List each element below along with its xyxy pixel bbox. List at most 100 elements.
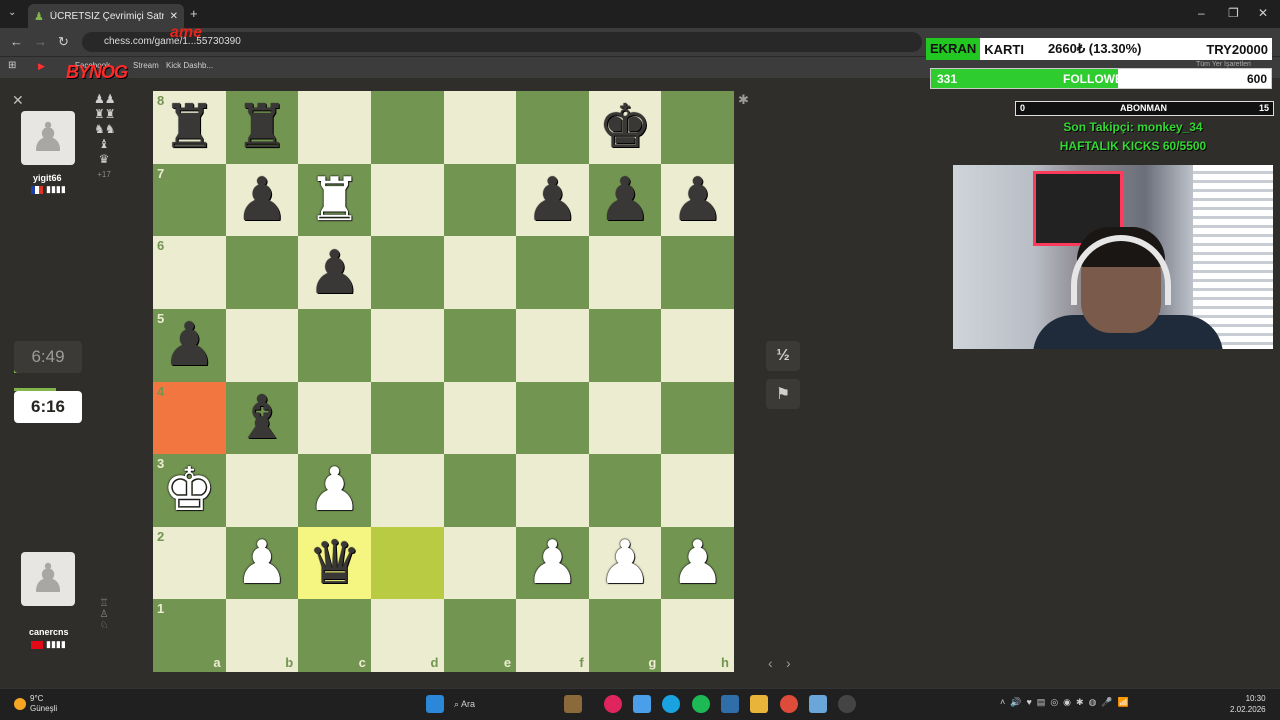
square-d5[interactable]: [370, 308, 444, 382]
square-e8[interactable]: [443, 91, 517, 164]
avatar-bottom[interactable]: ♟: [21, 552, 75, 606]
close-window-icon[interactable]: ✕: [1258, 6, 1268, 20]
square-a2[interactable]: 2: [153, 526, 226, 600]
square-c2[interactable]: ♛: [298, 526, 371, 600]
square-g8[interactable]: ♚: [588, 91, 662, 164]
square-e4[interactable]: [443, 381, 517, 455]
square-g7[interactable]: ♟: [588, 163, 662, 237]
chrome-icon[interactable]: [780, 695, 798, 713]
taskbar-search[interactable]: ⌕ Ara: [448, 694, 558, 714]
square-c3[interactable]: ♟: [298, 454, 371, 527]
square-a3[interactable]: 3 ♚: [153, 454, 226, 527]
black-rook-icon[interactable]: ♜: [162, 97, 216, 157]
square-f6[interactable]: [516, 236, 589, 309]
square-a8[interactable]: 8 ♜: [153, 91, 226, 164]
close-panel-icon[interactable]: ✕: [12, 92, 24, 109]
bookmark-stream[interactable]: Stream: [133, 61, 159, 70]
apps-icon[interactable]: ⊞: [8, 60, 16, 71]
settings-app-icon[interactable]: [809, 695, 827, 713]
square-e6[interactable]: [443, 236, 517, 309]
square-f5[interactable]: [516, 308, 589, 382]
square-a7[interactable]: 7: [153, 163, 226, 237]
taskbar-clock[interactable]: 10:30 2.02.2026: [1230, 693, 1266, 715]
square-g4[interactable]: [588, 381, 662, 455]
chess-board[interactable]: 8 ♜ ♜ ♚ 7 ♟ ♜ ♟ ♟ ♟ 6 ♟ 5 ♟ 4 ♝ 3 ♚ ♟ 2 ♟ ♛ ♟ ♟ ♟ 1 a b c d e f g h: [153, 91, 734, 672]
square-a6[interactable]: 6: [153, 236, 226, 309]
square-b6[interactable]: [225, 236, 299, 309]
all-bookmarks[interactable]: Tüm Yer İşaretleri: [1196, 61, 1251, 68]
square-h2[interactable]: ♟: [661, 526, 734, 600]
square-g2[interactable]: ♟: [588, 526, 662, 600]
square-c5[interactable]: [298, 308, 371, 382]
minimize-icon[interactable]: –: [1198, 6, 1205, 20]
bookmark-kick-dashboard[interactable]: Kick Dashb...: [166, 61, 213, 70]
new-tab-icon[interactable]: +: [190, 6, 198, 21]
address-bar[interactable]: chess.com/game/1...55730390: [82, 32, 922, 52]
square-f8[interactable]: [516, 91, 589, 164]
square-b1[interactable]: b: [225, 599, 299, 672]
square-f1[interactable]: f: [516, 599, 589, 672]
square-h8[interactable]: [661, 91, 734, 164]
square-g6[interactable]: [588, 236, 662, 309]
black-pawn-icon[interactable]: ♟: [671, 169, 725, 230]
square-g1[interactable]: g: [588, 599, 662, 672]
copilot-icon[interactable]: [633, 695, 651, 713]
square-b5[interactable]: [225, 308, 299, 382]
reload-icon[interactable]: ↻: [58, 34, 69, 50]
obs-icon[interactable]: [838, 695, 856, 713]
square-f3[interactable]: [516, 454, 589, 527]
system-tray[interactable]: ˄ 🔊 ♥ ▤ ◎ ◉ ✱ ◍ 🎤 📶: [1000, 697, 1129, 708]
square-d8[interactable]: [370, 91, 444, 164]
windows-start-icon[interactable]: [426, 695, 444, 713]
next-move-icon[interactable]: ›: [786, 655, 791, 671]
black-pawn-icon[interactable]: ♟: [235, 169, 289, 230]
square-e1[interactable]: e: [443, 599, 517, 672]
black-pawn-icon[interactable]: ♟: [526, 169, 580, 230]
square-b2[interactable]: ♟: [225, 526, 299, 600]
weather-widget[interactable]: 9°C Güneşli: [14, 694, 57, 714]
tab-close-icon[interactable]: ✕: [170, 11, 178, 22]
avatar-top[interactable]: ♟: [21, 111, 75, 165]
square-d2[interactable]: [370, 526, 444, 600]
black-pawn-icon[interactable]: ♟: [162, 315, 216, 375]
widget-icon[interactable]: [564, 695, 582, 713]
square-e5[interactable]: [443, 308, 517, 382]
square-h7[interactable]: ♟: [661, 163, 734, 237]
square-c4[interactable]: [298, 381, 371, 455]
square-a5[interactable]: 5 ♟: [153, 308, 226, 382]
square-f4[interactable]: [516, 381, 589, 455]
white-pawn-icon[interactable]: ♟: [671, 533, 725, 593]
square-h6[interactable]: [661, 236, 734, 309]
white-pawn-icon[interactable]: ♟: [526, 533, 580, 593]
browser-tab[interactable]: ♟ ÜCRETSİZ Çevrimiçi Satranç ✕: [28, 4, 184, 28]
offer-draw-button[interactable]: ½: [766, 341, 800, 371]
tab-list-icon[interactable]: ⌄: [8, 7, 16, 18]
spotify-icon[interactable]: [692, 695, 710, 713]
square-b7[interactable]: ♟: [225, 163, 299, 237]
square-d7[interactable]: [370, 163, 444, 237]
player-bottom-name[interactable]: canercns: [29, 627, 69, 637]
maximize-icon[interactable]: ❐: [1228, 6, 1239, 20]
square-d6[interactable]: [370, 236, 444, 309]
youtube-icon[interactable]: ▶: [38, 61, 45, 72]
square-g3[interactable]: [588, 454, 662, 527]
white-pawn-icon[interactable]: ♟: [308, 460, 362, 520]
square-a4[interactable]: 4: [153, 381, 226, 455]
square-d1[interactable]: d: [370, 599, 444, 672]
square-e7[interactable]: [443, 163, 517, 237]
forward-icon[interactable]: →: [34, 34, 47, 49]
black-bishop-icon[interactable]: ♝: [235, 387, 289, 448]
back-icon[interactable]: ←: [10, 34, 23, 49]
square-c7[interactable]: ♜: [298, 163, 371, 237]
black-pawn-icon[interactable]: ♟: [308, 242, 362, 303]
square-e3[interactable]: [443, 454, 517, 527]
square-g5[interactable]: [588, 308, 662, 382]
square-f2[interactable]: ♟: [516, 526, 589, 600]
square-f7[interactable]: ♟: [516, 163, 589, 237]
media-icon[interactable]: [604, 695, 622, 713]
prev-move-icon[interactable]: ‹: [768, 655, 773, 671]
square-h1[interactable]: h: [661, 599, 734, 672]
square-d4[interactable]: [370, 381, 444, 455]
resign-flag-icon[interactable]: ⚑: [766, 379, 800, 409]
black-pawn-icon[interactable]: ♟: [598, 169, 652, 230]
